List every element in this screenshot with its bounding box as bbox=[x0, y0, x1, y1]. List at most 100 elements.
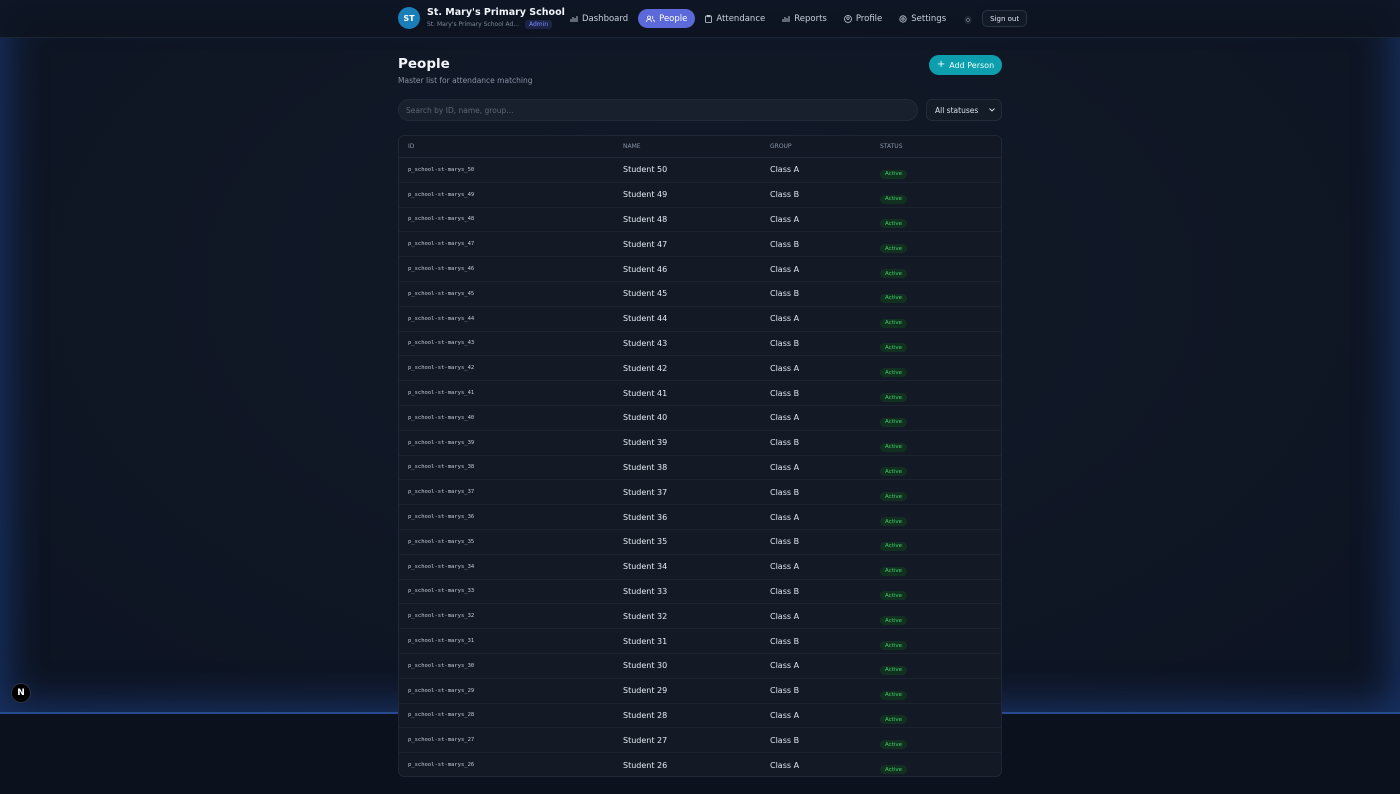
status-badge: Active bbox=[880, 765, 908, 775]
table-row[interactable]: p_school-st-marys_50 Student 50 Class A Act… bbox=[399, 158, 1001, 183]
add-person-button[interactable]: + Add Person bbox=[929, 55, 1002, 75]
cell-status: Active bbox=[880, 681, 1000, 700]
cell-status: Active bbox=[880, 210, 1000, 229]
dev-tools-button[interactable]: N bbox=[12, 684, 30, 702]
column-header-group[interactable]: GROUP bbox=[770, 143, 880, 150]
table-row[interactable]: p_school-st-marys_40 Student 40 Class A Act… bbox=[399, 406, 1001, 431]
table-row[interactable]: p_school-st-marys_46 Student 46 Class A Act… bbox=[399, 257, 1001, 282]
status-filter-select[interactable]: All statuses bbox=[926, 99, 1002, 121]
cell-status: Active bbox=[880, 185, 1000, 204]
table-row[interactable]: p_school-st-marys_45 Student 45 Class B Act… bbox=[399, 282, 1001, 307]
cell-group: Class A bbox=[770, 562, 800, 572]
main-nav: Dashboard People Attendance Reports Prof… bbox=[563, 9, 1028, 28]
cell-name: Student 44 bbox=[623, 314, 668, 324]
table-row[interactable]: p_school-st-marys_34 Student 34 Class A Act… bbox=[399, 555, 1001, 580]
status-badge: Active bbox=[880, 219, 908, 229]
status-badge: Active bbox=[880, 665, 908, 675]
status-badge: Active bbox=[880, 492, 908, 502]
status-badge: Active bbox=[880, 343, 908, 353]
cell-id: p_school-st-marys_43 bbox=[408, 340, 475, 347]
status-badge: Active bbox=[880, 442, 908, 452]
table-row[interactable]: p_school-st-marys_43 Student 43 Class B Act… bbox=[399, 332, 1001, 357]
cell-status: Active bbox=[880, 334, 1000, 353]
cell-id: p_school-st-marys_34 bbox=[408, 563, 475, 570]
cell-status: Active bbox=[880, 309, 1000, 328]
cell-group: Class A bbox=[770, 512, 800, 522]
cell-status: Active bbox=[880, 632, 1000, 651]
cell-status: Active bbox=[880, 607, 1000, 626]
table-body: p_school-st-marys_50 Student 50 Class A Act… bbox=[399, 158, 1001, 776]
table-row[interactable]: p_school-st-marys_41 Student 41 Class B Act… bbox=[399, 381, 1001, 406]
table-row[interactable]: p_school-st-marys_47 Student 47 Class B Act… bbox=[399, 232, 1001, 258]
column-header-status[interactable]: STATUS bbox=[880, 143, 1000, 150]
status-badge: Active bbox=[880, 293, 908, 303]
sun-icon bbox=[964, 16, 972, 24]
cell-id: p_school-st-marys_44 bbox=[408, 315, 475, 322]
nav-item-settings[interactable]: Settings bbox=[892, 9, 953, 28]
nav-item-reports[interactable]: Reports bbox=[775, 9, 834, 28]
nav-item-label: Settings bbox=[911, 13, 947, 24]
bar-chart-icon bbox=[782, 15, 790, 22]
cell-group: Class B bbox=[770, 636, 800, 646]
table-row[interactable]: p_school-st-marys_30 Student 30 Class A Act… bbox=[399, 654, 1001, 679]
sign-out-button[interactable]: Sign out bbox=[982, 10, 1028, 27]
cell-name: Student 34 bbox=[623, 562, 668, 572]
status-filter-value: All statuses bbox=[935, 105, 979, 115]
table-row[interactable]: p_school-st-marys_26 Student 26 Class A Act… bbox=[399, 753, 1001, 776]
table-row[interactable]: p_school-st-marys_35 Student 35 Class B Act… bbox=[399, 530, 1001, 555]
cell-name: Student 40 bbox=[623, 413, 668, 423]
status-badge: Active bbox=[880, 541, 908, 551]
cell-name: Student 35 bbox=[623, 537, 668, 547]
table-row[interactable]: p_school-st-marys_49 Student 49 Class B Act… bbox=[399, 183, 1001, 208]
cell-name: Student 45 bbox=[623, 289, 668, 299]
brand-text: St. Mary's Primary School St. Mary's Pri… bbox=[427, 7, 565, 29]
nav-item-profile[interactable]: Profile bbox=[837, 9, 889, 28]
table-row[interactable]: p_school-st-marys_29 Student 29 Class B Act… bbox=[399, 679, 1001, 704]
table-row[interactable]: p_school-st-marys_32 Student 32 Class A Act… bbox=[399, 604, 1001, 630]
nav-item-attendance[interactable]: Attendance bbox=[698, 9, 772, 28]
column-header-name[interactable]: NAME bbox=[623, 143, 770, 150]
nav-item-label: Dashboard bbox=[582, 13, 629, 24]
nav-item-label: Profile bbox=[855, 13, 883, 24]
cell-id: p_school-st-marys_26 bbox=[408, 762, 475, 769]
table-row[interactable]: p_school-st-marys_44 Student 44 Class A Act… bbox=[399, 307, 1001, 332]
table-row[interactable]: p_school-st-marys_39 Student 39 Class B Act… bbox=[399, 431, 1001, 456]
cell-group: Class A bbox=[770, 661, 800, 671]
cell-group: Class B bbox=[770, 438, 800, 448]
status-badge: Active bbox=[880, 616, 908, 626]
cell-group: Class A bbox=[770, 214, 800, 224]
table-row[interactable]: p_school-st-marys_37 Student 37 Class B Act… bbox=[399, 480, 1001, 506]
table-row[interactable]: p_school-st-marys_33 Student 33 Class B Act… bbox=[399, 580, 1001, 605]
status-badge: Active bbox=[880, 417, 908, 427]
search-input[interactable] bbox=[398, 99, 918, 121]
cell-name: Student 32 bbox=[623, 611, 668, 621]
brand[interactable]: ST St. Mary's Primary School St. Mary's … bbox=[398, 7, 565, 29]
cell-group: Class A bbox=[770, 165, 800, 175]
brand-subline: St. Mary's Primary School Ad... Admin bbox=[427, 20, 565, 29]
cell-id: p_school-st-marys_46 bbox=[408, 266, 475, 273]
cell-id: p_school-st-marys_41 bbox=[408, 390, 475, 397]
cell-name: Student 38 bbox=[623, 462, 668, 472]
table-row[interactable]: p_school-st-marys_36 Student 36 Class A Act… bbox=[399, 505, 1001, 530]
cell-group: Class A bbox=[770, 413, 800, 423]
status-badge: Active bbox=[880, 690, 908, 700]
status-badge: Active bbox=[880, 641, 908, 651]
cell-status: Active bbox=[880, 359, 1000, 378]
school-name: St. Mary's Primary School bbox=[427, 7, 565, 18]
theme-toggle-button[interactable] bbox=[964, 9, 972, 28]
top-navigation-bar: ST St. Mary's Primary School St. Mary's … bbox=[0, 0, 1400, 38]
cell-status: Active bbox=[880, 458, 1000, 477]
table-row[interactable]: p_school-st-marys_27 Student 27 Class B Act… bbox=[399, 728, 1001, 754]
nav-item-dashboard[interactable]: Dashboard bbox=[563, 9, 635, 28]
table-row[interactable]: p_school-st-marys_48 Student 48 Class A Act… bbox=[399, 208, 1001, 233]
cell-status: Active bbox=[880, 483, 1000, 502]
table-row[interactable]: p_school-st-marys_28 Student 28 Class A Act… bbox=[399, 704, 1001, 729]
nav-item-people[interactable]: People bbox=[638, 9, 696, 28]
table-row[interactable]: p_school-st-marys_38 Student 38 Class A Act… bbox=[399, 456, 1001, 481]
table-row[interactable]: p_school-st-marys_42 Student 42 Class A Act… bbox=[399, 356, 1001, 382]
table-header: ID NAME GROUP STATUS bbox=[399, 136, 1001, 158]
table-row[interactable]: p_school-st-marys_31 Student 31 Class B Act… bbox=[399, 629, 1001, 654]
status-badge: Active bbox=[880, 169, 908, 179]
column-header-id[interactable]: ID bbox=[399, 143, 623, 150]
nav-item-label: Attendance bbox=[716, 13, 766, 24]
